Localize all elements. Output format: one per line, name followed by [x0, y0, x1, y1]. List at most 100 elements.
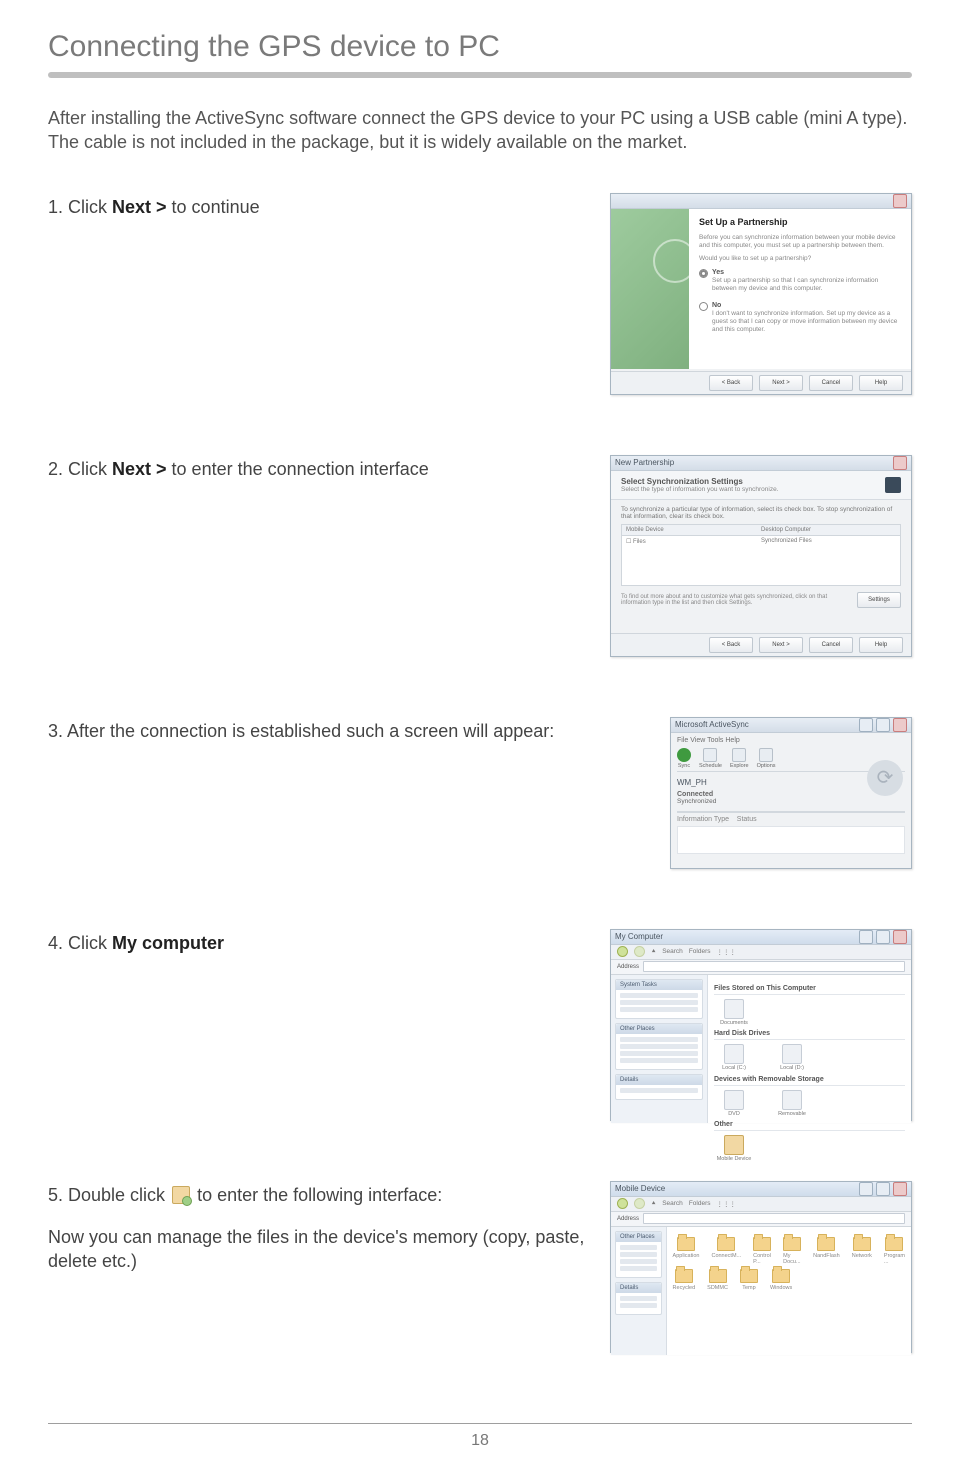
page: Connecting the GPS device to PC After in…	[0, 0, 960, 1470]
radio-yes[interactable]: Yes Set up a partnership so that I can s…	[699, 268, 901, 298]
drive-icon[interactable]: Local (C:)	[714, 1044, 754, 1072]
list-item[interactable]: Files	[633, 539, 646, 545]
steps-list: 1. Click Next > to continue Set Up a Par…	[48, 193, 912, 1353]
step-num: 3.	[48, 721, 67, 741]
drive-icon[interactable]: Removable	[772, 1090, 812, 1118]
folder-icon[interactable]: Recycled	[673, 1269, 696, 1291]
list-item: Synchronized Files	[761, 538, 896, 545]
radio-icon	[699, 302, 708, 311]
folder-row: Recycled SDMMC Temp Windows	[673, 1269, 905, 1291]
minimize-icon[interactable]	[859, 718, 873, 732]
screenshot-5: Mobile Device ⯅SearchFolders⋮⋮⋮ Add	[610, 1181, 912, 1353]
address-bar[interactable]: Address	[611, 960, 911, 975]
options-icon[interactable]	[759, 748, 773, 762]
next-button[interactable]: Next >	[759, 375, 803, 391]
toolbar-label: Explore	[730, 763, 749, 769]
main-panel: Files Stored on This Computer Documents …	[708, 975, 911, 1123]
toolbar-label: Schedule	[699, 763, 722, 769]
step-1-text: 1. Click Next > to continue	[48, 193, 590, 219]
folder-icon[interactable]: Documents	[714, 999, 754, 1027]
folder-icon[interactable]: NandFlash	[813, 1237, 840, 1265]
dialog-titlebar	[611, 194, 911, 209]
step-4-text: 4. Click My computer	[48, 929, 590, 955]
dialog-question: Would you like to set up a partnership?	[699, 255, 901, 263]
folder-icon[interactable]: My Docu...	[783, 1237, 801, 1265]
help-button[interactable]: Help	[859, 637, 903, 653]
page-footer: 18	[48, 1423, 912, 1450]
main-panel: Application ConnectM... Control P... My …	[667, 1227, 911, 1355]
dialog-heading: Select Synchronization Settings	[621, 477, 779, 486]
back-button[interactable]: < Back	[709, 375, 753, 391]
maximize-icon[interactable]	[876, 1182, 890, 1196]
screenshot-4: My Computer ⯅SearchFolders⋮⋮⋮ Addre	[610, 929, 912, 1121]
folder-icon[interactable]: Control P...	[753, 1237, 771, 1265]
dialog-hint: To find out more about and to customize …	[621, 594, 851, 606]
address-bar[interactable]: Address	[611, 1212, 911, 1227]
dialog-content: Set Up a Partnership Before you can sync…	[689, 209, 911, 369]
folder-icon[interactable]: Application	[673, 1237, 700, 1265]
dialog-desc: Before you can synchronize information b…	[699, 234, 901, 250]
folder-icon[interactable]: ConnectM...	[711, 1237, 741, 1265]
page-title: Connecting the GPS device to PC	[48, 30, 912, 64]
folder-icon[interactable]: SDMMC	[707, 1269, 728, 1291]
step-num: 1.	[48, 197, 68, 217]
back-button[interactable]: < Back	[709, 637, 753, 653]
minimize-icon[interactable]	[859, 930, 873, 944]
dialog-banner	[611, 209, 689, 369]
radio-no[interactable]: No I don't want to synchronize informati…	[699, 301, 901, 338]
dialog-buttons: < Back Next > Cancel Help	[611, 633, 911, 656]
intro-paragraph: After installing the ActiveSync software…	[48, 106, 908, 155]
sync-graphic-icon: ⟳	[867, 760, 903, 796]
explore-icon[interactable]	[732, 748, 746, 762]
close-icon[interactable]	[893, 1182, 907, 1196]
minimize-icon[interactable]	[859, 1182, 873, 1196]
settings-button[interactable]: Settings	[857, 592, 901, 608]
close-icon[interactable]	[893, 194, 907, 208]
folder-icon[interactable]: Program ...	[884, 1237, 905, 1265]
dialog-desc: To synchronize a particular type of info…	[621, 506, 901, 520]
forward-icon[interactable]	[634, 946, 645, 957]
folder-icon[interactable]: Windows	[770, 1269, 792, 1291]
explorer-toolbar[interactable]: ⯅SearchFolders⋮⋮⋮	[611, 1197, 911, 1212]
explorer-toolbar[interactable]: ⯅SearchFolders⋮⋮⋮	[611, 945, 911, 960]
screenshot-3: Microsoft ActiveSync File View Tools Hel…	[670, 717, 912, 869]
maximize-icon[interactable]	[876, 718, 890, 732]
back-icon[interactable]	[617, 1198, 628, 1209]
step-5-text: 5. Double click to enter the following i…	[48, 1181, 590, 1274]
mobile-device-icon[interactable]: Mobile Device	[714, 1135, 754, 1163]
radio-icon	[699, 269, 708, 278]
screenshot-2: New Partnership Select Synchronization S…	[610, 455, 912, 657]
step-post: to enter the following interface:	[197, 1185, 442, 1205]
drive-icon[interactable]: DVD	[714, 1090, 754, 1118]
folder-icon[interactable]: Temp	[740, 1269, 758, 1291]
page-number: 18	[471, 1432, 489, 1449]
cancel-button[interactable]: Cancel	[809, 637, 853, 653]
close-icon[interactable]	[893, 456, 907, 470]
help-button[interactable]: Help	[859, 375, 903, 391]
dialog-title-text: New Partnership	[615, 458, 674, 467]
step-post: to enter the connection interface	[172, 459, 429, 479]
maximize-icon[interactable]	[876, 930, 890, 944]
back-icon[interactable]	[617, 946, 628, 957]
step-pre: Click	[68, 197, 112, 217]
cancel-button[interactable]: Cancel	[809, 375, 853, 391]
toolbar-label: Sync	[678, 763, 690, 769]
window-titlebar: Microsoft ActiveSync	[671, 718, 911, 733]
step-2-text: 2. Click Next > to enter the connection …	[48, 455, 590, 481]
close-icon[interactable]	[893, 930, 907, 944]
drive-icon[interactable]: Local (D:)	[772, 1044, 812, 1072]
radio-sub: Set up a partnership so that I can synch…	[712, 277, 901, 293]
step-bold: Next >	[112, 197, 172, 217]
close-icon[interactable]	[893, 718, 907, 732]
sync-icon[interactable]	[677, 748, 691, 762]
step-pre: Double click	[68, 1185, 170, 1205]
side-panel: Other Places Details	[611, 1227, 667, 1355]
next-button[interactable]: Next >	[759, 637, 803, 653]
radio-label: No	[712, 301, 901, 310]
window-title: Microsoft ActiveSync	[675, 720, 749, 729]
folder-icon[interactable]: Network	[852, 1237, 872, 1265]
step-5: 5. Double click to enter the following i…	[48, 1181, 912, 1353]
forward-icon[interactable]	[634, 1198, 645, 1209]
schedule-icon[interactable]	[703, 748, 717, 762]
menu-bar[interactable]: File View Tools Help	[677, 737, 905, 744]
